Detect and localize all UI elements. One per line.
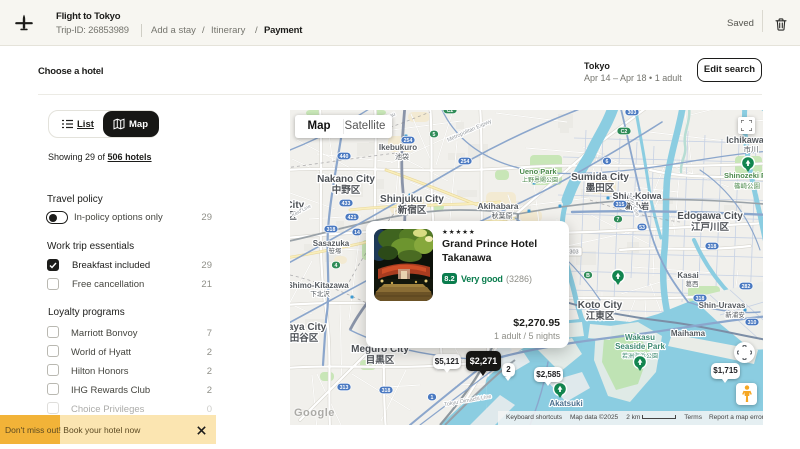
svg-text:440: 440 — [340, 154, 349, 160]
svg-text:Shin-Koiwa: Shin-Koiwa — [613, 191, 663, 201]
svg-text:Sumida City: Sumida City — [571, 172, 629, 183]
svg-text:318: 318 — [382, 388, 391, 394]
svg-text:秋葉原: 秋葉原 — [492, 211, 513, 220]
svg-text:315: 315 — [616, 202, 625, 208]
svg-text:Sasazuka: Sasazuka — [313, 239, 350, 248]
svg-text:303: 303 — [569, 250, 578, 256]
svg-text:篠崎公園: 篠崎公園 — [734, 181, 760, 190]
svg-text:254: 254 — [404, 138, 413, 144]
svg-text:下北沢: 下北沢 — [310, 289, 330, 298]
svg-text:Shin-Uravas: Shin-Uravas — [699, 301, 746, 310]
svg-text:目黒区: 目黒区 — [366, 355, 395, 366]
svg-text:Seaside Park: Seaside Park — [615, 342, 665, 351]
svg-text:6: 6 — [606, 159, 609, 165]
svg-text:53: 53 — [639, 225, 645, 231]
svg-text:上野恩賜公園: 上野恩賜公園 — [522, 176, 558, 184]
svg-text:1: 1 — [431, 395, 434, 401]
svg-text:Shinjuku City: Shinjuku City — [380, 194, 444, 205]
svg-text:282: 282 — [742, 284, 751, 290]
svg-text:墨田区: 墨田区 — [586, 183, 615, 194]
svg-text:318: 318 — [696, 296, 705, 302]
svg-text:C2: C2 — [447, 110, 454, 114]
svg-text:Akatsuki: Akatsuki — [549, 399, 582, 408]
svg-text:14: 14 — [354, 230, 360, 236]
svg-text:笹塚: 笹塚 — [329, 246, 343, 255]
svg-text:303: 303 — [628, 110, 637, 116]
svg-text:Maihama: Maihama — [671, 329, 706, 338]
svg-text:5: 5 — [433, 132, 436, 138]
svg-text:新浦安: 新浦安 — [725, 310, 745, 319]
svg-text:田谷区: 田谷区 — [290, 332, 319, 344]
svg-text:新宿区: 新宿区 — [398, 204, 427, 216]
svg-text:Wakasu: Wakasu — [625, 333, 655, 342]
svg-text:江東区: 江東区 — [586, 310, 615, 322]
svg-text:葛西: 葛西 — [686, 279, 700, 288]
svg-text:318: 318 — [327, 227, 336, 233]
svg-text:313: 313 — [340, 385, 349, 391]
svg-text:Shinozeki P: Shinozeki P — [724, 171, 763, 180]
svg-text:433: 433 — [342, 201, 351, 207]
svg-text:Shimo-Kitazawa: Shimo-Kitazawa — [290, 281, 349, 290]
svg-text:7: 7 — [617, 217, 620, 223]
svg-text:Edogawa City: Edogawa City — [677, 211, 743, 222]
svg-text:Ikebukuro: Ikebukuro — [379, 143, 417, 152]
svg-text:池袋: 池袋 — [395, 152, 409, 161]
svg-text:gaya City: gaya City — [290, 322, 327, 333]
svg-text:4: 4 — [335, 263, 338, 269]
svg-text:421: 421 — [348, 215, 357, 221]
svg-text:254: 254 — [461, 159, 470, 165]
svg-text:市川: 市川 — [744, 144, 759, 154]
svg-text:Nakano City: Nakano City — [317, 174, 375, 185]
svg-text:310: 310 — [748, 320, 757, 326]
svg-text:C2: C2 — [621, 129, 628, 135]
svg-text:Akihabara: Akihabara — [477, 201, 518, 211]
svg-text:B: B — [586, 273, 590, 279]
svg-text:318: 318 — [708, 244, 717, 250]
svg-text:江戸川区: 江戸川区 — [691, 221, 730, 233]
svg-text:Ichikawa: Ichikawa — [726, 135, 763, 145]
svg-text:Koto City: Koto City — [578, 300, 623, 311]
svg-text:Ueno Park: Ueno Park — [519, 167, 557, 176]
svg-text:中野区: 中野区 — [332, 184, 361, 196]
svg-text:Kasai: Kasai — [677, 271, 698, 280]
